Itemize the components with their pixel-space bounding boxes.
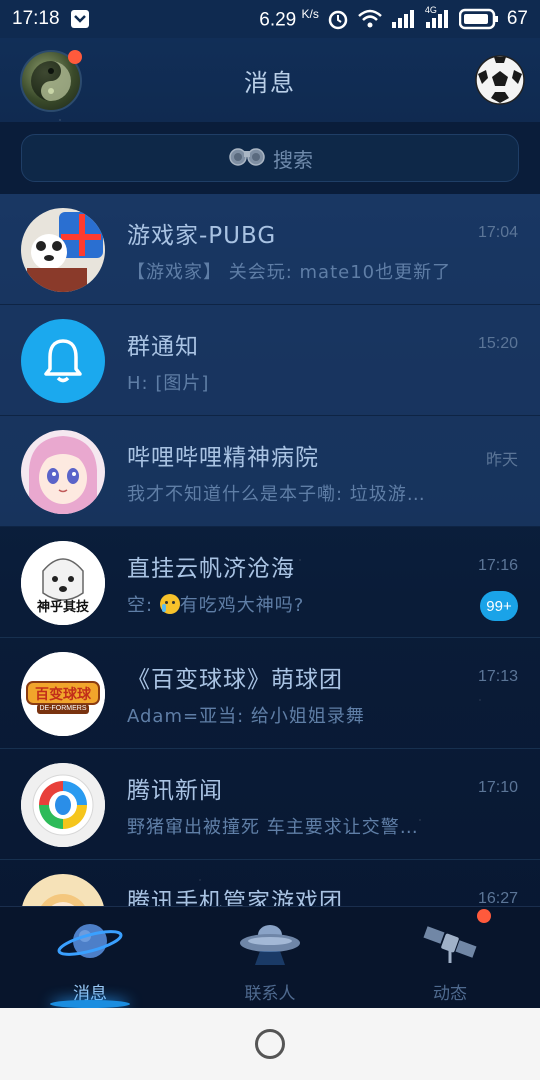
conversation-avatar: 神乎其技 — [21, 541, 105, 625]
app-screen: 17:18 6.29 K/s 4G 67 消息 搜索 游戏家-PUBG 【游戏家… — [0, 0, 540, 1008]
crying-emoji-icon — [159, 594, 180, 614]
tencent-news-icon — [21, 763, 105, 847]
tab-messages[interactable]: 消息 — [0, 907, 180, 1008]
network-type-label: 4G — [424, 4, 437, 15]
alarm-icon — [327, 8, 349, 30]
search-placeholder: 搜索 — [273, 147, 313, 172]
conversation-time: 15:20 — [477, 335, 518, 352]
notification-icon — [70, 9, 90, 29]
status-bar: 17:18 6.29 K/s 4G 67 — [0, 0, 540, 38]
page-title: 消息 — [244, 68, 296, 97]
conversation-name: 群通知 — [127, 334, 199, 360]
ufo-icon — [235, 915, 305, 975]
conversation-time: 17:10 — [477, 779, 518, 796]
conversation-name: 《百变球球》萌球团 — [127, 667, 343, 693]
satellite-icon — [415, 915, 485, 975]
conversation-time: 昨天 — [485, 452, 518, 469]
my-avatar[interactable] — [20, 50, 82, 112]
conversation-avatar — [21, 874, 105, 906]
signal-4g-icon: 4G — [425, 5, 451, 29]
system-nav-bar — [0, 1008, 540, 1080]
signal-icon — [391, 9, 417, 29]
conversation-item[interactable]: 游戏家-PUBG 【游戏家】 关会玩: mate10也更新了 17:04 — [0, 194, 540, 305]
tab-feed[interactable]: 动态 — [360, 907, 540, 1008]
status-time: 17:18 — [12, 8, 60, 29]
planet-icon — [55, 915, 125, 975]
message-text: 有吃鸡大神吗? — [179, 595, 305, 616]
wifi-icon — [357, 9, 383, 29]
conversation-item[interactable]: 神乎其技 直挂云帆济沧海 空: 有吃鸡大神吗? 17:16 99+ — [0, 527, 540, 638]
message-sender: 空: — [127, 595, 160, 616]
conversation-time: 17:04 — [477, 224, 518, 241]
avatar-caption: 百变球球 — [35, 687, 91, 703]
conversation-list: 游戏家-PUBG 【游戏家】 关会玩: mate10也更新了 17:04 群通知… — [0, 194, 540, 906]
battery-icon — [458, 8, 499, 30]
conversation-item[interactable]: 腾讯新闻 野猪窜出被撞死 车主要求让交警… 17:10 — [0, 749, 540, 860]
conversation-time: 17:16 — [477, 557, 518, 574]
conversation-last-message: H: [图片] — [127, 373, 210, 394]
home-button[interactable] — [255, 1029, 285, 1059]
tab-contacts[interactable]: 联系人 — [180, 907, 360, 1008]
conversation-item[interactable]: 腾讯手机管家游戏团 16:27 — [0, 860, 540, 906]
tab-label: 动态 — [433, 984, 467, 1004]
conversation-last-message: 野猪窜出被撞死 车主要求让交警… — [127, 817, 419, 838]
feed-notification-dot — [477, 909, 491, 923]
search-bar-container: 搜索 — [0, 122, 540, 194]
conversation-item[interactable]: 群通知 H: [图片] 15:20 — [0, 305, 540, 416]
conversation-name: 直挂云帆济沧海 — [127, 556, 295, 582]
conversation-last-message: Adam=亚当: 给小姐姐录舞 — [127, 706, 365, 727]
conversation-avatar — [21, 763, 105, 847]
conversation-last-message: 我才不知道什么是本子嘞: 垃圾游… — [127, 484, 426, 505]
conversation-name: 腾讯手机管家游戏团 — [127, 889, 343, 906]
network-speed: 6.29 K/s — [259, 6, 319, 31]
tab-label: 联系人 — [244, 984, 296, 1004]
active-tab-indicator — [50, 1000, 130, 1008]
battery-level: 67 — [506, 7, 528, 29]
conversation-name: 哔哩哔哩精神病院 — [127, 445, 319, 471]
conversation-last-message: 【游戏家】 关会玩: mate10也更新了 — [127, 262, 452, 283]
conversation-item[interactable]: 百变球球 DE-FORMERS 《百变球球》萌球团 Adam=亚当: 给小姐姐录… — [0, 638, 540, 749]
unread-badge: 99+ — [480, 591, 518, 621]
conversation-item[interactable]: 哔哩哔哩精神病院 我才不知道什么是本子嘞: 垃圾游… 昨天 — [0, 416, 540, 527]
conversation-avatar — [21, 319, 105, 403]
avatar-caption: 神乎其技 — [36, 600, 89, 615]
avatar-notification-dot — [68, 50, 82, 64]
conversation-name: 游戏家-PUBG — [127, 223, 277, 249]
header: 消息 — [0, 38, 540, 122]
conversation-name: 腾讯新闻 — [127, 778, 223, 804]
conversation-avatar: 百变球球 DE-FORMERS — [21, 652, 105, 736]
conversation-avatar — [21, 430, 105, 514]
conversation-time: 16:27 — [477, 890, 518, 906]
soccer-ball-button[interactable] — [474, 54, 526, 106]
bottom-nav: 消息 联系人 动态 — [0, 906, 540, 1008]
conversation-avatar — [21, 208, 105, 292]
conversation-time: 17:13 — [477, 668, 518, 685]
conversation-last-message: 空: 有吃鸡大神吗? — [127, 591, 304, 617]
bell-icon — [44, 339, 82, 383]
avatar-caption-sub: DE-FORMERS — [39, 705, 87, 712]
soccer-ball-icon — [475, 55, 525, 105]
binoculars-icon — [227, 145, 267, 172]
search-input[interactable]: 搜索 — [21, 134, 519, 182]
